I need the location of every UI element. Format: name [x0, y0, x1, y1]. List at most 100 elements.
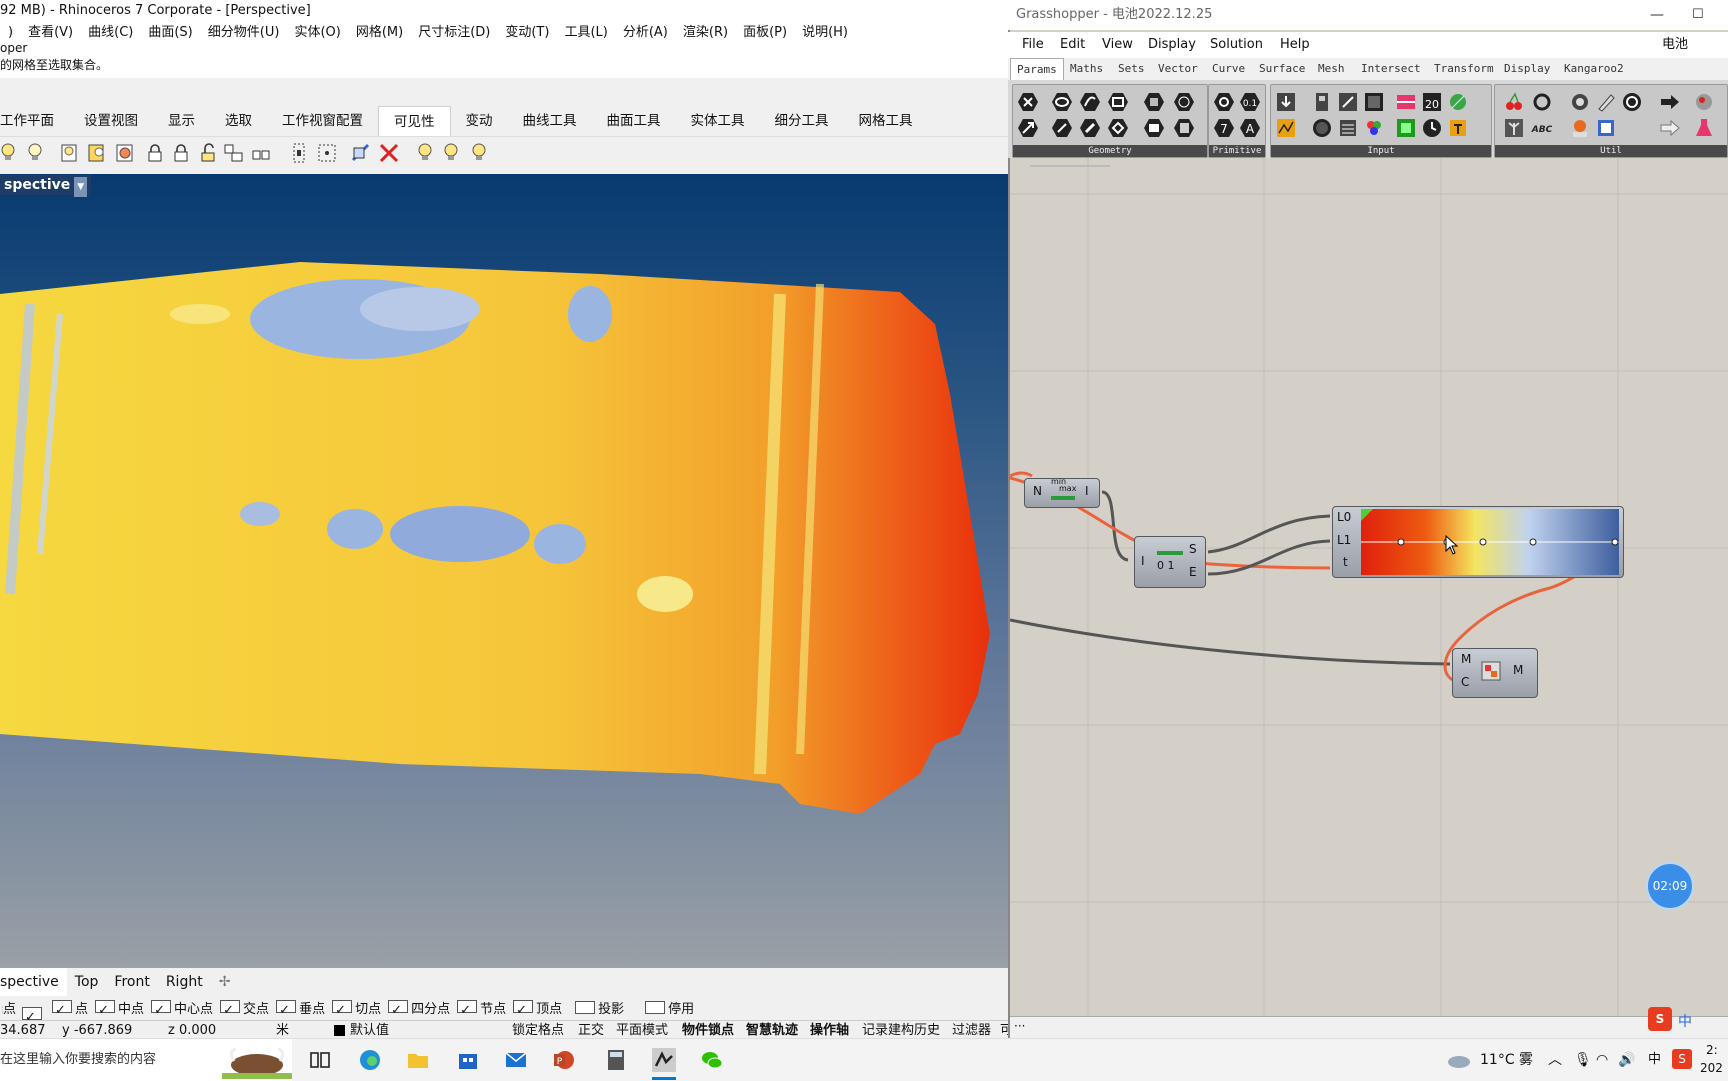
timer-badge[interactable]: 02:09: [1646, 862, 1694, 910]
util-ring-icon[interactable]: [1531, 91, 1553, 113]
unlock-icon[interactable]: [198, 142, 220, 164]
tab-cplane[interactable]: 工作平面: [0, 106, 69, 136]
gh-tab-vector[interactable]: Vector: [1158, 58, 1198, 80]
checkbox-unchecked-icon[interactable]: [645, 1001, 666, 1014]
volume-icon[interactable]: 🔊: [1618, 1039, 1635, 1081]
layer-swatch[interactable]: [334, 1025, 345, 1036]
wifi-icon[interactable]: ◠: [1596, 1039, 1608, 1081]
input-clock-icon[interactable]: [1421, 117, 1443, 139]
util-tree-icon[interactable]: [1503, 117, 1525, 139]
param-number-icon[interactable]: 0.1: [1239, 91, 1261, 113]
osnap-1[interactable]: ✓ 点: [50, 1000, 93, 1020]
mail-icon[interactable]: [504, 1048, 528, 1072]
gh-menu-file[interactable]: File: [1022, 32, 1044, 58]
menu-help[interactable]: 说明(H): [794, 22, 855, 44]
gradient-input-l1[interactable]: L1: [1337, 533, 1351, 547]
checkbox-checked-icon[interactable]: ✓: [22, 1007, 42, 1025]
menu-item[interactable]: ): [0, 22, 20, 44]
gradient-input-t[interactable]: t: [1343, 555, 1348, 569]
tab-transform[interactable]: 变动: [451, 106, 508, 136]
tab-surface-tools[interactable]: 曲面工具: [592, 106, 676, 136]
osnap-9[interactable]: ✓ 顶点: [511, 1000, 567, 1020]
input-list-icon[interactable]: [1337, 117, 1359, 139]
checkbox-checked-icon[interactable]: ✓: [220, 1000, 241, 1018]
input-graph-icon[interactable]: [1275, 117, 1297, 139]
ime-indicator[interactable]: 中: [1648, 1039, 1661, 1081]
gh-menu-solution[interactable]: Solution: [1210, 32, 1263, 58]
input-slider-icon[interactable]: [1337, 91, 1359, 113]
chevron-down-icon[interactable]: ▼: [74, 177, 88, 197]
gh-tab-sets[interactable]: Sets: [1118, 58, 1145, 80]
wechat-icon[interactable]: [700, 1048, 724, 1072]
param-curve-icon[interactable]: [1079, 91, 1101, 113]
checkbox-checked-icon[interactable]: ✓: [332, 1000, 353, 1018]
mesh-output-m[interactable]: M: [1513, 663, 1523, 677]
perspective-viewport[interactable]: [0, 174, 1008, 968]
osnap-6[interactable]: ✓ 切点: [330, 1000, 386, 1020]
gh-tab-surface[interactable]: Surface: [1259, 58, 1305, 80]
vtab-top[interactable]: Top: [67, 968, 107, 996]
taskbar-search[interactable]: 在这里输入你要搜索的内容: [0, 1039, 292, 1081]
param-subd-icon[interactable]: [1143, 117, 1165, 139]
arrow-right-icon[interactable]: [1659, 91, 1681, 113]
osnap-7[interactable]: ✓ 四分点: [386, 1000, 455, 1020]
file-explorer-icon[interactable]: [406, 1048, 430, 1072]
menu-transform[interactable]: 变动(T): [497, 22, 556, 44]
param-text-icon[interactable]: A: [1239, 117, 1261, 139]
osnap-8[interactable]: ✓ 节点: [455, 1000, 511, 1020]
menu-surface[interactable]: 曲面(S): [140, 22, 199, 44]
clock-date[interactable]: 202: [1700, 1061, 1723, 1075]
param-line-icon[interactable]: [1051, 117, 1073, 139]
sogou-tray-icon[interactable]: S: [1672, 1049, 1692, 1069]
sogou-ime-icon[interactable]: S: [1648, 1007, 1672, 1031]
store-icon[interactable]: [456, 1048, 480, 1072]
gh-menu-edit[interactable]: Edit: [1060, 32, 1085, 58]
vtab-perspective[interactable]: spective: [0, 968, 67, 996]
checkbox-checked-icon[interactable]: ✓: [52, 1000, 72, 1018]
lightbulb-off-icon[interactable]: [24, 142, 46, 164]
checkbox-checked-icon[interactable]: ✓: [276, 1000, 297, 1018]
util-cluster-icon[interactable]: [1569, 91, 1591, 113]
add-viewport-icon[interactable]: ✢: [211, 968, 239, 996]
gh-tab-params[interactable]: Params: [1010, 58, 1064, 81]
osnap-2[interactable]: ✓ 中点: [93, 1000, 149, 1020]
mesh-input-m[interactable]: M: [1461, 652, 1471, 666]
lightbulb-icon[interactable]: [0, 142, 22, 164]
show-bulb-icon[interactable]: [414, 142, 436, 164]
menu-tools[interactable]: 工具(L): [556, 22, 614, 44]
search-input[interactable]: 在这里输入你要搜索的内容: [0, 1039, 156, 1081]
util-data-icon[interactable]: [1595, 117, 1617, 139]
gradient-component[interactable]: L0 L1 t: [1332, 506, 1624, 578]
input-pin-icon[interactable]: [1447, 117, 1469, 139]
param-box-icon[interactable]: [1143, 91, 1165, 113]
tab-select[interactable]: 选取: [210, 106, 267, 136]
osnap-4[interactable]: ✓ 交点: [218, 1000, 274, 1020]
tab-viewport-layout[interactable]: 工作视窗配置: [267, 106, 378, 136]
gradient-ramp[interactable]: [1361, 509, 1619, 575]
vtab-front[interactable]: Front: [106, 968, 157, 996]
input-button-icon[interactable]: [1311, 117, 1333, 139]
viewport-title[interactable]: spective ▼: [0, 175, 92, 197]
arrow-right-outline-icon[interactable]: [1659, 117, 1681, 139]
input-gradient-icon[interactable]: [1395, 91, 1417, 113]
param-mesh-icon[interactable]: [1173, 91, 1195, 113]
mesh-input-c[interactable]: C: [1461, 675, 1469, 689]
weather-text[interactable]: 11°C 雾: [1480, 1039, 1533, 1081]
menu-render[interactable]: 渲染(R): [675, 22, 735, 44]
input-calendar-icon[interactable]: 20: [1421, 91, 1443, 113]
command-prompt-area[interactable]: [0, 78, 1008, 106]
tab-visibility[interactable]: 可见性: [378, 106, 451, 136]
menu-dimension[interactable]: 尺寸标注(D): [410, 22, 497, 44]
param-boolean-icon[interactable]: [1213, 91, 1235, 113]
param-vector-icon[interactable]: [1017, 117, 1039, 139]
hide-objects-icon[interactable]: [86, 142, 108, 164]
tab-set-view[interactable]: 设置视图: [69, 106, 153, 136]
checkbox-checked-icon[interactable]: ✓: [151, 1000, 172, 1018]
util-record-icon[interactable]: [1569, 117, 1591, 139]
checkbox-checked-icon[interactable]: ✓: [513, 1000, 534, 1018]
minimize-icon[interactable]: —: [1650, 0, 1664, 30]
mesh-colours-component[interactable]: M C M: [1452, 648, 1538, 698]
gh-tab-display[interactable]: Display: [1504, 58, 1550, 80]
task-view-icon[interactable]: [308, 1048, 332, 1072]
swap-hidden-icon[interactable]: [114, 142, 136, 164]
